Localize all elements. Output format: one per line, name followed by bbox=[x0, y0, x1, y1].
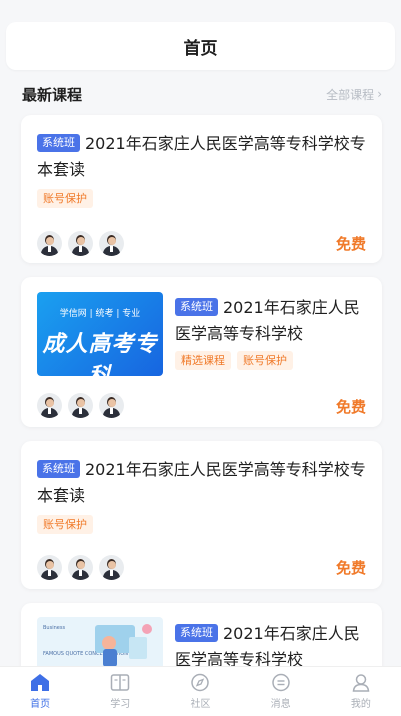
course-card[interactable]: 学信网 | 统考 | 专业 成人高考专科 系统班2021年石家庄人民医学高等专科… bbox=[21, 277, 382, 427]
course-title-block: 系统班 2021年石家庄人民医学高等专科学校 bbox=[175, 295, 371, 347]
home-icon bbox=[31, 674, 50, 691]
section-header: 最新课程 全部课程 › bbox=[22, 82, 382, 106]
price-label: 免费 bbox=[335, 398, 366, 416]
tag: 账号保护 bbox=[37, 515, 93, 534]
avatar bbox=[37, 555, 62, 580]
avatar bbox=[37, 393, 62, 418]
tag: 账号保护 bbox=[37, 189, 93, 208]
all-courses-link[interactable]: 全部课程 › bbox=[326, 86, 382, 103]
course-type-badge: 系统班 bbox=[175, 624, 218, 642]
tab-label: 我的 bbox=[350, 699, 371, 710]
tab-home[interactable]: 首页 bbox=[10, 673, 70, 710]
tag-list: 账号保护 bbox=[37, 515, 93, 534]
avatar bbox=[68, 555, 93, 580]
avatar bbox=[99, 555, 124, 580]
tag: 精选课程 bbox=[175, 351, 231, 370]
thumbnail-title: 成人高考专科 bbox=[42, 332, 158, 376]
price-label: 免费 bbox=[335, 235, 366, 253]
course-thumbnail: 学信网 | 统考 | 专业 成人高考专科 bbox=[37, 292, 163, 376]
section-title: 最新课程 bbox=[22, 85, 83, 104]
tab-community[interactable]: 社区 bbox=[170, 673, 230, 710]
course-title-block: 系统班 2021年石家庄人民医学高等专科学校专本套读 bbox=[37, 131, 367, 183]
tab-messages[interactable]: 消息 bbox=[251, 673, 311, 710]
compass-icon bbox=[191, 673, 210, 692]
course-title-block: 系统班 2021年石家庄人民医学高等专科学校专本套读 bbox=[37, 457, 367, 509]
teacher-avatars bbox=[37, 393, 124, 418]
teacher-avatars bbox=[37, 231, 124, 256]
message-icon bbox=[271, 673, 290, 692]
page-title: 首页 bbox=[183, 38, 218, 59]
avatar bbox=[99, 393, 124, 418]
tab-study[interactable]: 学习 bbox=[90, 673, 150, 710]
bottom-tab-bar: 首页 学习 社区 消息 我的 bbox=[0, 666, 401, 716]
tab-label: 首页 bbox=[30, 699, 51, 710]
tab-profile[interactable]: 我的 bbox=[331, 673, 391, 710]
user-icon bbox=[352, 674, 370, 692]
thumbnail-subtitle: 学信网 | 统考 | 专业 bbox=[59, 309, 141, 319]
book-icon bbox=[111, 674, 130, 691]
course-type-badge: 系统班 bbox=[37, 134, 80, 152]
all-courses-label: 全部课程 bbox=[326, 87, 375, 102]
top-header: 首页 bbox=[6, 22, 395, 70]
tab-label: 消息 bbox=[270, 699, 291, 710]
thumbnail-illustration bbox=[95, 624, 152, 667]
course-card[interactable]: 系统班 2021年石家庄人民医学高等专科学校专本套读 账号保护 免费 bbox=[21, 115, 382, 263]
teacher-avatars bbox=[37, 555, 124, 580]
course-thumbnail: Business FAMOUS QUOTE CONCENTRATION bbox=[37, 617, 163, 673]
avatar bbox=[68, 393, 93, 418]
course-title: 2021年石家庄人民医学高等专科学校专本套读 bbox=[37, 134, 366, 179]
course-title: 2021年石家庄人民医学高等专科学校专本套读 bbox=[37, 460, 366, 505]
tag: 账号保护 bbox=[237, 351, 293, 370]
avatar bbox=[37, 231, 62, 256]
avatar bbox=[99, 231, 124, 256]
course-card[interactable]: 系统班 2021年石家庄人民医学高等专科学校专本套读 账号保护 免费 bbox=[21, 441, 382, 589]
course-type-badge: 系统班 bbox=[175, 298, 218, 316]
chevron-right-icon: › bbox=[377, 87, 382, 101]
avatar bbox=[68, 231, 93, 256]
price-label: 免费 bbox=[335, 559, 366, 577]
tag-list: 账号保护 bbox=[37, 189, 93, 208]
tab-label: 社区 bbox=[190, 699, 211, 710]
course-type-badge: 系统班 bbox=[37, 460, 80, 478]
tag-list: 精选课程 账号保护 bbox=[175, 351, 293, 370]
tab-label: 学习 bbox=[110, 699, 131, 710]
